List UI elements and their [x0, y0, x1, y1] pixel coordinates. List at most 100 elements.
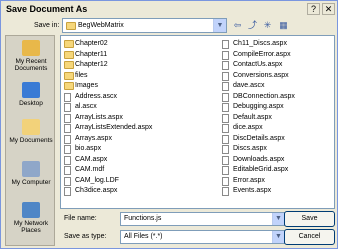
file-name: Debugging.aspx	[233, 103, 284, 110]
file-icon	[64, 134, 71, 144]
dialog-title: Save Document As	[6, 4, 88, 14]
file-name: CAM_log.LDF	[75, 176, 119, 184]
my-documents-icon	[22, 119, 40, 135]
file-name: Images	[75, 82, 98, 89]
file-icon	[64, 92, 71, 102]
network-places-icon	[22, 202, 40, 218]
file-name: ContactUs.aspx	[233, 61, 283, 68]
place-my-documents[interactable]: My Documents	[6, 119, 56, 144]
file-icon	[222, 134, 229, 144]
place-network-places[interactable]: My Network Places	[6, 202, 56, 234]
file-icon	[222, 103, 229, 112]
file-name: Conversions.aspx	[233, 71, 289, 79]
file-name: Downloads.aspx	[233, 155, 285, 163]
file-name: Chapter11	[75, 50, 108, 58]
file-name: DiscDetails.aspx	[233, 134, 285, 142]
file-name: ArrayListsExtended.aspx	[75, 124, 153, 131]
file-icon	[64, 155, 71, 165]
my-computer-icon	[22, 161, 40, 177]
folder-icon	[64, 40, 74, 48]
file-name: Arrays.aspx	[75, 134, 112, 142]
file-name: Events.aspx	[233, 187, 272, 194]
file-name: Ch11_Discs.aspx	[233, 40, 287, 47]
chevron-down-icon[interactable]: ▼	[213, 19, 226, 32]
file-icon	[222, 124, 229, 133]
new-folder-icon[interactable]: ✳	[261, 19, 274, 32]
recent-documents-icon	[22, 40, 40, 56]
file-name: CAM.aspx	[75, 155, 108, 163]
title-bar: Save Document As ? ✕	[1, 1, 337, 18]
save-button[interactable]: Save	[284, 211, 335, 227]
file-name: files	[75, 71, 88, 79]
file-icon	[64, 124, 71, 133]
file-icon	[222, 187, 229, 196]
file-icon	[222, 155, 229, 165]
place-label: My Recent Documents	[14, 58, 48, 72]
folder-icon	[66, 22, 76, 30]
file-name: ArrayLists.aspx	[75, 113, 123, 121]
close-button[interactable]: ✕	[322, 3, 335, 15]
save-as-type-value: All Files (*.*)	[124, 233, 163, 240]
place-recent-documents[interactable]: My Recent Documents	[6, 40, 56, 72]
file-icon	[64, 113, 71, 123]
file-icon	[222, 40, 229, 49]
file-name: dice.aspx	[233, 124, 263, 131]
place-my-computer[interactable]: My Computer	[6, 161, 56, 186]
file-name: DBConnection.aspx	[233, 92, 295, 100]
file-name: dave.ascx	[233, 82, 265, 89]
file-icon	[222, 113, 229, 123]
file-name: CompileError.aspx	[233, 50, 291, 58]
file-icon	[222, 92, 229, 102]
chevron-down-icon[interactable]: ▼	[272, 231, 284, 243]
folder-icon	[64, 71, 74, 80]
file-name: Error.aspx	[233, 176, 265, 184]
file-icon	[222, 71, 229, 81]
file-list[interactable]: Chapter02 Chapter11 Chapter12 files Images Ad…	[60, 35, 335, 209]
file-name: bio.aspx	[75, 145, 102, 152]
file-name: Chapter02	[75, 40, 108, 47]
folder-icon	[64, 82, 74, 90]
up-folder-icon[interactable]: ⤴	[246, 19, 259, 32]
file-name: Address.ascx	[75, 92, 118, 100]
chevron-down-icon[interactable]: ▼	[272, 213, 284, 225]
file-icon	[64, 166, 71, 175]
save-as-type-label: Save as type:	[64, 233, 107, 240]
file-name: EditableGrid.aspx	[233, 166, 289, 173]
views-menu-icon[interactable]: ▦	[277, 19, 290, 32]
file-icon	[222, 61, 229, 70]
file-icon	[222, 176, 229, 186]
folder-icon	[64, 50, 74, 59]
place-label: My Network Places	[13, 220, 49, 234]
file-name: Default.aspx	[233, 113, 272, 121]
folder-icon	[64, 61, 74, 69]
file-name: Discs.aspx	[233, 145, 267, 152]
save-in-label: Save in:	[34, 22, 60, 29]
save-in-value: BegWebMatrix	[78, 22, 124, 29]
help-button[interactable]: ?	[307, 3, 320, 15]
place-desktop[interactable]: Desktop	[6, 82, 56, 107]
place-label: Desktop	[19, 100, 43, 107]
save-document-dialog: Save Document As ? ✕ Save in: BegWebMatr…	[0, 0, 338, 249]
back-icon[interactable]: ⇦	[231, 19, 244, 32]
place-label: My Documents	[9, 137, 53, 144]
file-icon	[64, 145, 71, 154]
save-in-dropdown[interactable]: BegWebMatrix ▼	[62, 18, 227, 33]
file-name: Chapter12	[75, 61, 108, 68]
cancel-button[interactable]: Cancel	[284, 229, 335, 245]
file-icon	[64, 187, 71, 196]
file-name: CAM.mdf	[75, 166, 105, 173]
file-icon	[222, 82, 229, 91]
file-icon	[222, 166, 229, 175]
file-icon	[222, 145, 229, 154]
places-bar: My Recent Documents Desktop My Documents…	[5, 35, 55, 246]
place-label: My Computer	[11, 179, 51, 186]
desktop-icon	[22, 82, 40, 98]
file-name-input[interactable]: Functions.js ▼	[120, 212, 285, 226]
file-icon	[64, 103, 71, 112]
file-icon	[64, 176, 71, 186]
file-name-label: File name:	[64, 215, 97, 222]
file-icon	[222, 50, 229, 60]
save-as-type-select[interactable]: All Files (*.*) ▼	[120, 230, 285, 244]
file-name: Ch3dice.aspx	[75, 187, 118, 194]
file-name-value: Functions.js	[124, 215, 162, 222]
